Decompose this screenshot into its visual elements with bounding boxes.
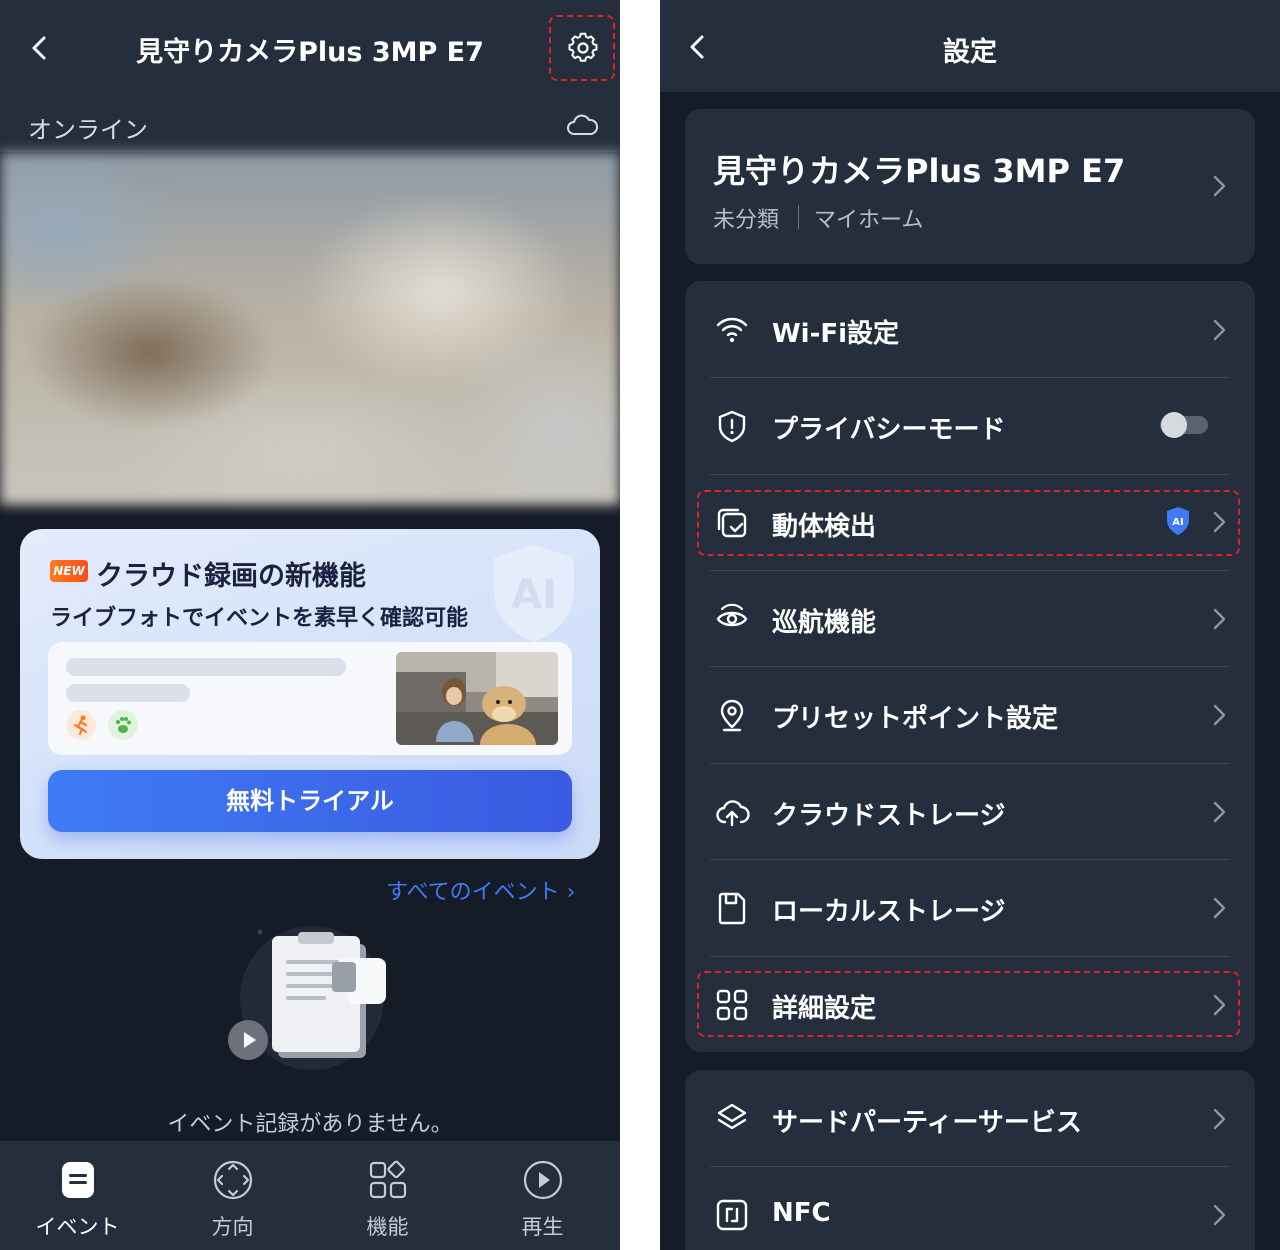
patrol-eye-icon [716,603,748,627]
settings-item-label: ローカルストレージ [772,897,1006,927]
placeholder-line [66,658,346,676]
tab-label: 再生 [521,1215,564,1239]
settings-item-nfc[interactable] [685,1167,1255,1250]
chevron-right-icon [1213,608,1226,630]
gear-icon [568,32,598,62]
chevron-right-icon [1213,801,1226,823]
privacy-toggle[interactable] [1158,411,1210,439]
device-home: マイホーム [814,208,924,233]
empty-clipboard-illustration [220,922,400,1072]
tab-direction[interactable]: 方向 [155,1141,310,1250]
page-title: 設定 [943,37,997,68]
person-running-icon [66,710,96,740]
cloud-upload-icon [716,800,750,827]
girl-and-dog-photo [396,652,558,745]
device-category: 未分類 [713,208,780,233]
functions-icon [367,1159,409,1201]
empty-events-text: イベント記録がありません。 [167,1112,453,1137]
chevron-right-icon [1213,704,1226,726]
all-events-link[interactable]: すべてのイベント › [386,874,575,906]
tab-label: イベント [35,1215,120,1239]
chevron-right-icon [1213,1108,1226,1130]
svg-text:AI: AI [1172,517,1183,528]
chevron-right-icon [1213,175,1226,197]
camera-screen: 見守りカメラPlus 3MP E7 オンライン AI NEW クラウド録画の新機… [0,0,620,1250]
play-icon [522,1159,564,1201]
tab-playback[interactable]: 再生 [465,1141,620,1250]
back-button[interactable] [22,30,58,66]
direction-icon [212,1159,254,1201]
page-title: 見守りカメラPlus 3MP E7 [136,37,484,68]
motion-detection-icon [717,508,747,538]
ai-badge-icon: AI [1167,507,1189,535]
new-badge: NEW [50,560,88,582]
free-trial-button[interactable]: 無料トライアル [48,770,572,832]
live-video[interactable] [0,152,620,505]
settings-screen: 設定 見守りカメラPlus 3MP E7 未分類 マイホーム Wi-Fi設定 プ… [660,0,1280,1250]
settings-item-patrol[interactable] [685,571,1255,666]
chevron-right-icon [1213,319,1226,341]
chevron-right-icon [1213,994,1226,1016]
chevron-right-icon [1213,1204,1226,1226]
settings-item-label: プライバシーモード [772,415,1006,445]
settings-item-label: クラウドストレージ [772,801,1006,831]
settings-item-label: NFC [772,1198,831,1228]
layers-icon [717,1103,747,1130]
ai-shield-icon: AI [488,540,580,644]
location-pin-icon [720,699,744,732]
placeholder-line [66,684,190,702]
paw-icon [108,710,138,740]
cloud-icon[interactable] [566,112,598,138]
svg-text:AI: AI [511,572,557,618]
tab-functions[interactable]: 機能 [310,1141,465,1250]
settings-item-label: Wi-Fi設定 [772,319,900,349]
promo-title: クラウド録画の新機能 [96,561,366,592]
shield-icon [718,410,746,443]
chevron-right-icon [1213,511,1226,533]
settings-item-label: 詳細設定 [772,994,877,1024]
settings-button[interactable] [565,30,601,66]
sd-card-icon [718,892,746,925]
tab-events[interactable]: イベント [0,1141,155,1250]
settings-item-label: 巡航機能 [772,608,877,638]
back-icon [32,36,46,60]
device-name: 見守りカメラPlus 3MP E7 [713,152,1126,190]
settings-item-label: 動体検出 [772,512,877,542]
tab-label: 機能 [366,1215,409,1239]
event-icon [57,1159,99,1201]
promo-subtitle: ライブフォトでイベントを素早く確認可能 [50,606,469,631]
settings-item-label: プリセットポイント設定 [772,704,1059,734]
settings-item-label: サードパーティーサービス [772,1108,1082,1138]
grid-icon [716,989,748,1021]
wifi-icon [716,317,748,343]
chevron-right-icon [1213,897,1226,919]
settings-item-wifi[interactable] [685,282,1255,377]
tab-label: 方向 [211,1215,254,1239]
divider [798,205,799,229]
nfc-icon [716,1199,748,1231]
online-status: オンライン [28,116,148,144]
